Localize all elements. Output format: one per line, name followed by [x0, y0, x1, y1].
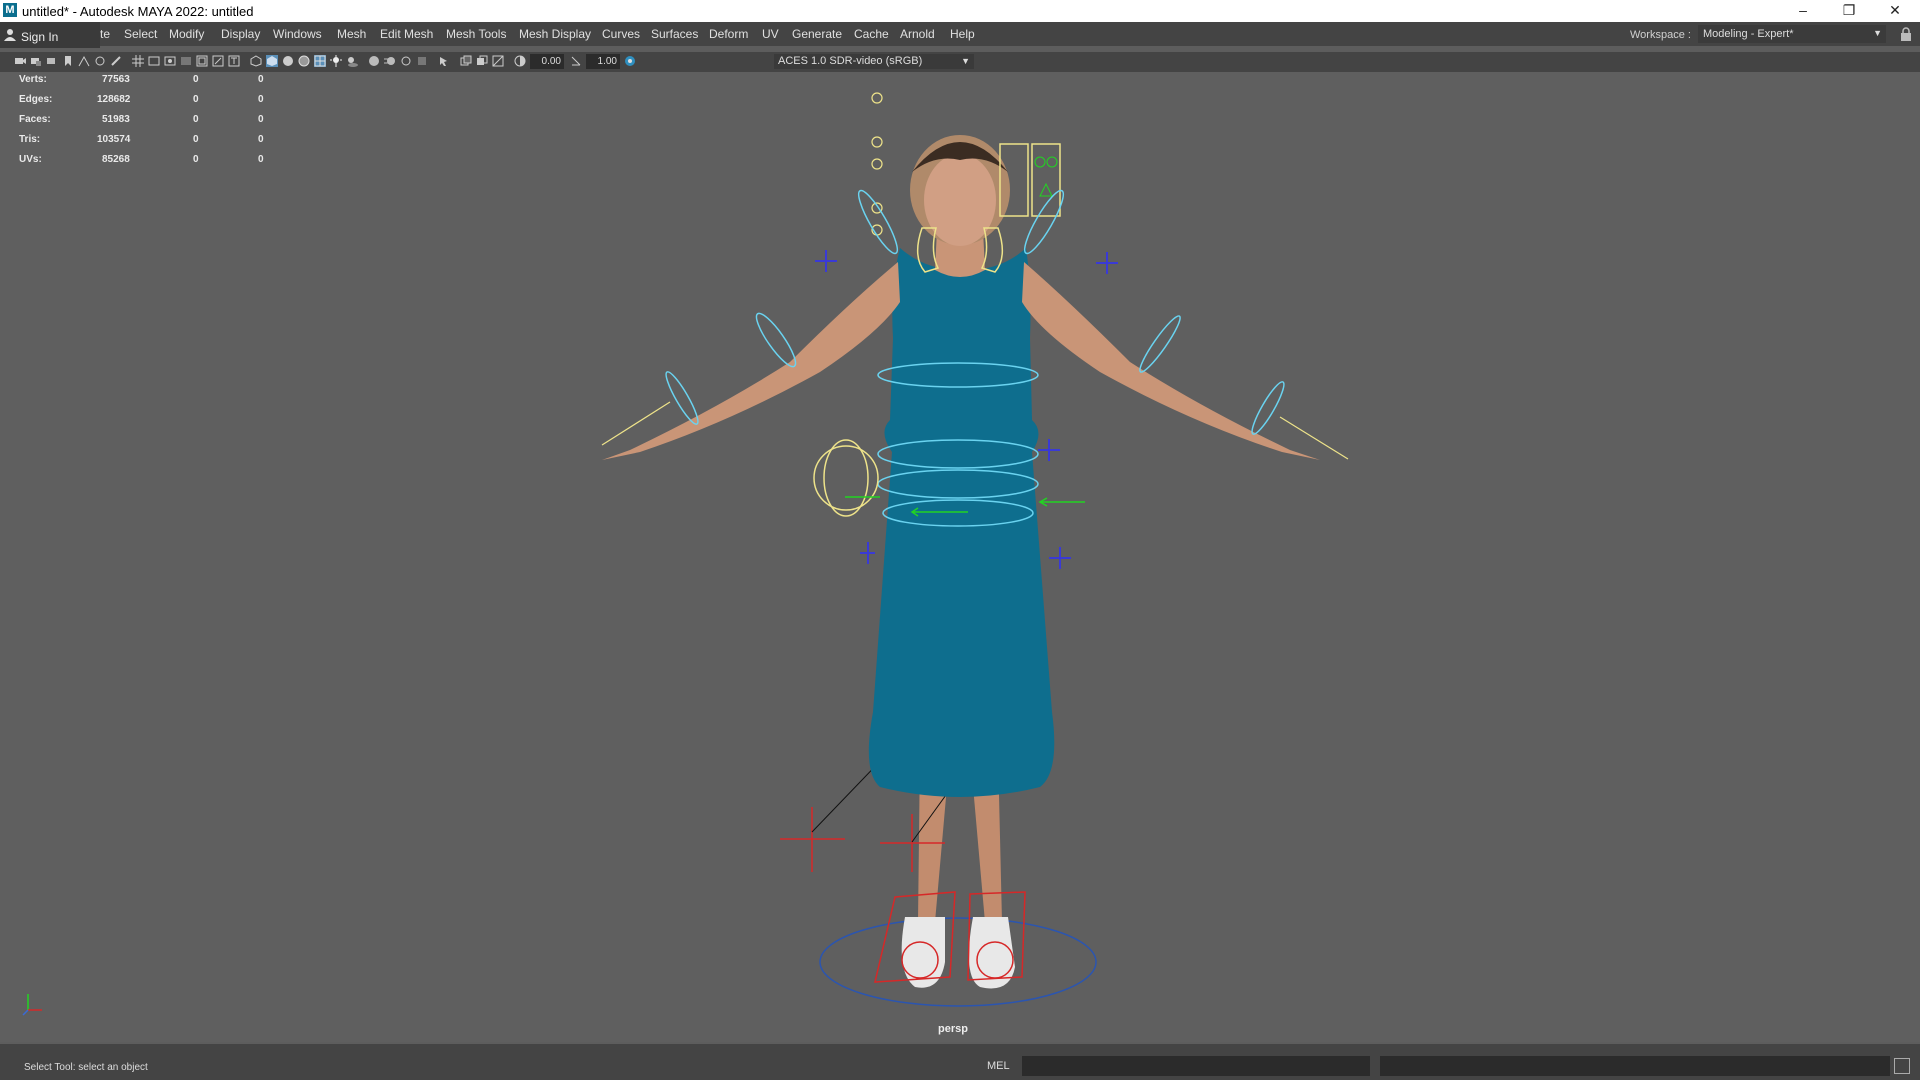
root-control-circle[interactable] — [819, 917, 1097, 1007]
xray-icon[interactable] — [460, 55, 472, 67]
menu-surfaces[interactable]: Surfaces — [651, 27, 698, 41]
command-line-input[interactable] — [1022, 1056, 1370, 1076]
command-language-toggle[interactable]: MEL — [987, 1060, 1010, 1072]
screen-space-ao-icon[interactable] — [368, 55, 380, 67]
character-scene[interactable] — [0, 72, 1920, 1042]
title-bar: M untitled* - Autodesk MAYA 2022: untitl… — [0, 0, 1920, 22]
minimize-icon[interactable]: – — [1780, 0, 1826, 22]
view-axis-icon — [22, 994, 42, 1016]
menu-curves[interactable]: Curves — [602, 27, 640, 41]
menu-edit-mesh[interactable]: Edit Mesh — [380, 27, 433, 41]
menu-cache[interactable]: Cache — [854, 27, 889, 41]
user-icon — [4, 29, 16, 41]
menu-select[interactable]: Select — [124, 27, 157, 41]
help-line: Select Tool: select an object — [24, 1062, 148, 1073]
default-material-icon[interactable] — [282, 55, 294, 67]
hip-control[interactable] — [813, 439, 879, 517]
menu-mesh-tools[interactable]: Mesh Tools — [446, 27, 506, 41]
command-result-field — [1380, 1056, 1890, 1076]
viewport-persp[interactable]: Verts: 77563 0 0 Edges: 128682 0 0 Faces… — [0, 72, 1920, 1042]
maya-app-icon: M — [3, 3, 17, 17]
exposure-icon[interactable] — [514, 55, 526, 67]
bookmark-icon[interactable] — [62, 55, 74, 67]
gamma-icon[interactable] — [570, 55, 582, 67]
close-icon[interactable]: ✕ — [1872, 0, 1918, 22]
camera-attributes-icon[interactable] — [46, 55, 58, 67]
head-fk-controls[interactable] — [871, 92, 883, 236]
character-head — [910, 135, 1010, 277]
motion-blur-icon[interactable] — [384, 55, 396, 67]
resolution-gate-icon[interactable] — [164, 55, 176, 67]
grease-pencil-icon[interactable] — [110, 55, 122, 67]
menu-modify[interactable]: Modify — [169, 27, 204, 41]
view-transform-value: ACES 1.0 SDR-video (sRGB) — [778, 55, 923, 67]
safe-action-icon[interactable] — [212, 55, 224, 67]
camera-name-label: persp — [938, 1023, 968, 1035]
backface-culling-icon[interactable] — [492, 55, 504, 67]
film-gate-icon[interactable] — [148, 55, 160, 67]
smooth-shade-icon[interactable] — [266, 55, 278, 67]
xray-joints-icon[interactable] — [476, 55, 488, 67]
textured-icon[interactable] — [314, 55, 326, 67]
status-bar: Select Tool: select an object MEL — [0, 1044, 1920, 1080]
menu-file-partial[interactable]: te — [100, 27, 110, 41]
character-dress — [868, 248, 1055, 797]
menu-uv[interactable]: UV — [762, 27, 779, 41]
menu-bar: te Select Modify Display Windows Mesh Ed… — [0, 22, 1920, 48]
menu-mesh-display[interactable]: Mesh Display — [519, 27, 591, 41]
anti-aliasing-icon[interactable] — [400, 55, 412, 67]
sign-in-button[interactable]: Sign In — [0, 22, 100, 48]
menu-mesh[interactable]: Mesh — [337, 27, 366, 41]
depth-of-field-icon[interactable] — [416, 55, 428, 67]
sign-in-label: Sign In — [21, 30, 59, 44]
workspace-value: Modeling - Expert* — [1703, 28, 1794, 40]
view-transform-dropdown[interactable]: ACES 1.0 SDR-video (sRGB) ▼ — [774, 54, 974, 69]
script-editor-icon[interactable] — [1894, 1058, 1910, 1074]
workspace-label: Workspace : — [1630, 29, 1691, 41]
restore-icon[interactable]: ❐ — [1826, 0, 1872, 22]
use-all-lights-icon[interactable] — [330, 55, 342, 67]
menu-deform[interactable]: Deform — [709, 27, 748, 41]
image-plane-icon[interactable] — [78, 55, 90, 67]
chevron-down-icon: ▼ — [961, 56, 970, 66]
gate-mask-icon[interactable] — [180, 55, 192, 67]
gamma-field[interactable]: 1.00 — [586, 54, 620, 69]
wireframe-on-shaded-icon[interactable] — [298, 55, 310, 67]
2d-pan-zoom-icon[interactable] — [94, 55, 106, 67]
menu-arnold[interactable]: Arnold — [900, 27, 935, 41]
safe-title-icon[interactable] — [228, 55, 240, 67]
menu-help[interactable]: Help — [950, 27, 975, 41]
color-management-icon[interactable] — [624, 55, 636, 67]
isolate-select-icon[interactable] — [438, 55, 450, 67]
window-title: untitled* - Autodesk MAYA 2022: untitled — [22, 4, 254, 19]
shadows-icon[interactable] — [346, 55, 358, 67]
camera-select-icon[interactable] — [14, 55, 26, 67]
menu-windows[interactable]: Windows — [273, 27, 322, 41]
wireframe-icon[interactable] — [250, 55, 262, 67]
camera-lock-icon[interactable] — [30, 55, 42, 67]
menu-display[interactable]: Display — [221, 27, 260, 41]
workspace-dropdown[interactable]: Modeling - Expert* ▼ — [1698, 25, 1886, 43]
field-chart-icon[interactable] — [196, 55, 208, 67]
grid-icon[interactable] — [132, 55, 144, 67]
exposure-field[interactable]: 0.00 — [530, 54, 564, 69]
lock-icon[interactable] — [1900, 27, 1912, 41]
chevron-down-icon: ▼ — [1873, 28, 1882, 38]
panel-toolbar: 0.00 1.00 ACES 1.0 SDR-video (sRGB) ▼ — [0, 52, 1920, 72]
menu-generate[interactable]: Generate — [792, 27, 842, 41]
